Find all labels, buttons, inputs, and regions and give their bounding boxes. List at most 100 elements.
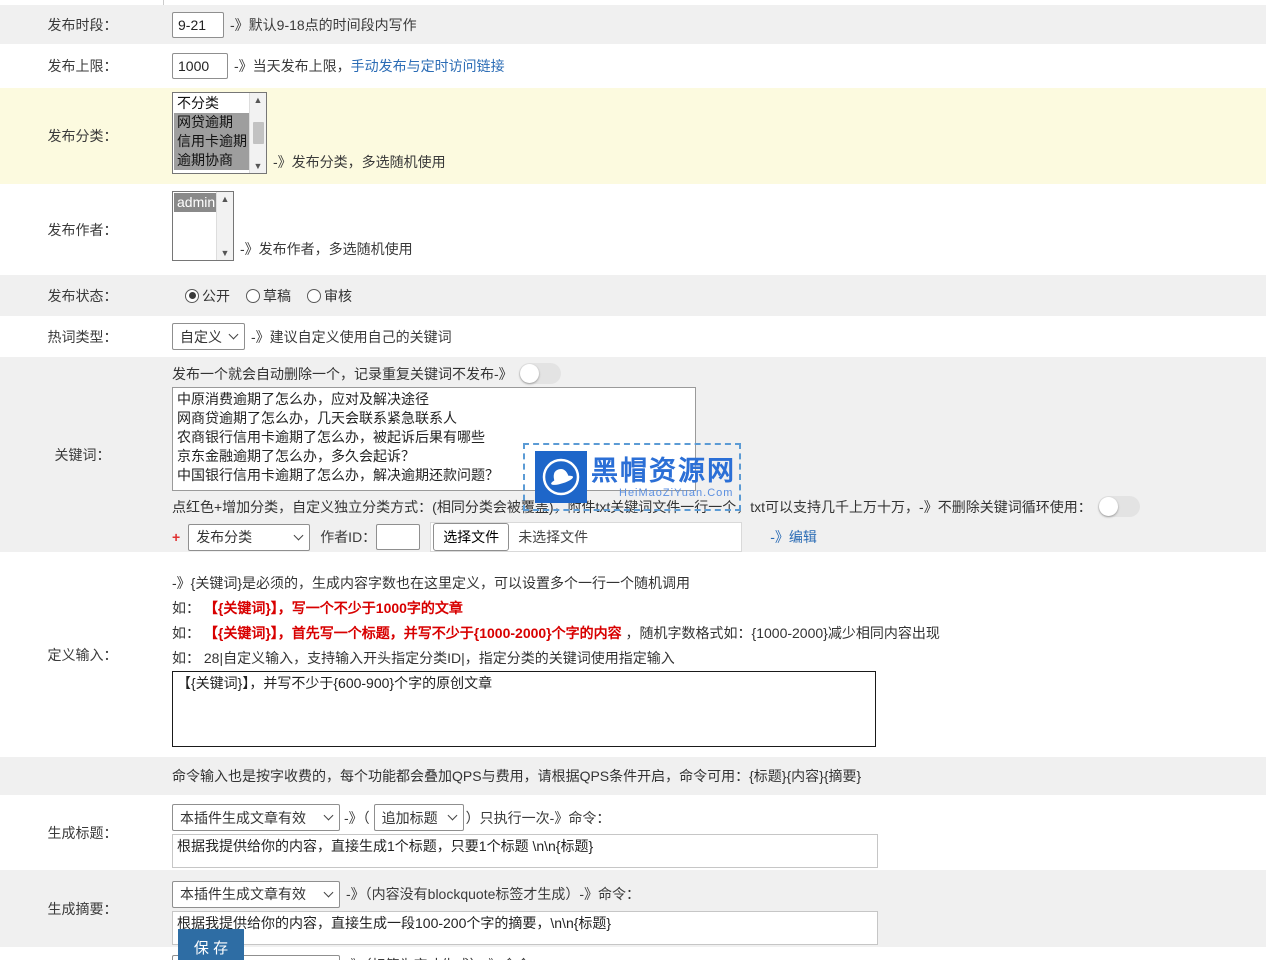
edit-link[interactable]: 编辑: [789, 527, 817, 547]
publish-period-label: 发布时段：: [0, 5, 165, 44]
publish-limit-input[interactable]: [172, 53, 228, 79]
define-input-textarea[interactable]: 【{关键词}】，并写不少于{600-900}个字的原创文章: [172, 671, 876, 747]
choose-file-button[interactable]: 选择文件: [433, 523, 509, 551]
save-button[interactable]: 保 存: [178, 929, 244, 960]
plugin-settings-page: 发布时段： -》默认9-18点的时间段内写作 发布上限： -》当天发布上限， 手…: [0, 0, 1266, 960]
chevron-down-icon: [324, 811, 334, 821]
listbox-scrollbar[interactable]: ▲ ▼: [216, 192, 233, 260]
define-input-example1: 如： 【{关键词}】，写一个不少于1000字的文章: [172, 598, 463, 618]
chevron-down-icon: [324, 887, 334, 897]
gen-title-mode-value: 追加标题: [382, 808, 438, 828]
status-radio-label: 草稿: [263, 286, 291, 306]
row-gen-title: 生成标题： 本插件生成文章有效 -》（ 追加标题 ）只执行一次-》命令： 根据我…: [0, 795, 1266, 870]
radio-icon: [307, 289, 321, 303]
example-prefix: 如：: [172, 625, 200, 641]
row-hotword-type: 热词类型： 自定义 -》建议自定义使用自己的关键词: [0, 316, 1266, 357]
publish-period-desc: -》默认9-18点的时间段内写作: [230, 15, 417, 35]
author-id-input[interactable]: [376, 524, 420, 550]
row-publish-category: 发布分类： 不分类 网贷逾期 信用卡逾期 逾期协商 ▲ ▼ -》发布分类，多选随…: [0, 88, 1266, 184]
gen-title-label: 生成标题：: [0, 795, 165, 870]
category-option[interactable]: 网贷逾期: [174, 113, 249, 132]
row-command-note: 命令输入也是按字收费的，每个功能都会叠加QPS与费用，请根据QPS条件开启，命令…: [0, 757, 1266, 795]
radio-selected-icon: [185, 289, 199, 303]
add-category-button[interactable]: +: [172, 529, 180, 545]
file-upload-box: 选择文件 未选择文件: [430, 522, 742, 552]
category-option[interactable]: 信用卡逾期: [174, 132, 249, 151]
listbox-scrollbar[interactable]: ▲ ▼: [249, 93, 266, 173]
gen-title-mode-select[interactable]: 追加标题: [374, 804, 464, 831]
hotword-type-label: 热词类型：: [0, 316, 165, 357]
publish-limit-label: 发布上限：: [0, 44, 165, 88]
gen-title-after: ）只执行一次-》命令：: [466, 808, 611, 828]
scrollbar-thumb[interactable]: [253, 122, 264, 144]
status-radio-label: 审核: [324, 286, 352, 306]
example-prefix: 如：: [172, 600, 200, 616]
radio-icon: [246, 289, 260, 303]
file-status-text: 未选择文件: [518, 527, 588, 547]
keyword-category-select[interactable]: 发布分类: [188, 524, 310, 551]
gen-excerpt-mid: -》（内容没有blockquote标签才生成）-》命令：: [346, 884, 640, 904]
hotword-type-select[interactable]: 自定义: [172, 323, 245, 350]
keywords-toggle1-text: 发布一个就会自动删除一个，记录重复关键词不发布-》: [172, 364, 513, 384]
publish-author-desc: -》发布作者，多选随机使用: [240, 239, 413, 259]
status-radio-public[interactable]: 公开: [185, 286, 230, 306]
gen-excerpt-scope-select[interactable]: 本插件生成文章有效: [172, 881, 340, 908]
status-radio-label: 公开: [202, 286, 230, 306]
row-keywords: 关键词： 发布一个就会自动删除一个，记录重复关键词不发布-》 中原消费逾期了怎么…: [0, 357, 1266, 552]
define-input-example2: 如： 【{关键词}】，首先写一个标题，并写不少于{1000-2000}个字的内容…: [172, 623, 940, 643]
keyword-category-value: 发布分类: [196, 527, 252, 547]
status-radio-review[interactable]: 审核: [307, 286, 352, 306]
scroll-down-icon[interactable]: ▼: [254, 161, 263, 171]
publish-category-label: 发布分类：: [0, 88, 165, 184]
example2-red: 【{关键词}】，首先写一个标题，并写不少于{1000-2000}个字的内容: [204, 625, 622, 641]
author-id-label: 作者ID：: [320, 527, 376, 547]
category-option[interactable]: 逾期协商: [174, 151, 249, 170]
example-prefix: 如：: [172, 650, 200, 666]
keywords-hint: 点红色+增加分类，自定义独立分类方式：(相同分类会被覆盖)，附件txt关键词文件…: [172, 497, 1092, 517]
gen-tags-empty-label: [0, 947, 165, 960]
gen-title-scope-select[interactable]: 本插件生成文章有效: [172, 804, 340, 831]
gen-tags-mid: -》（标签为空才生成）-》命令：: [346, 955, 544, 960]
row-publish-author: 发布作者： admin ▲ ▼ -》发布作者，多选随机使用: [0, 184, 1266, 275]
scroll-up-icon[interactable]: ▲: [221, 194, 230, 204]
define-input-label: 定义输入：: [0, 552, 165, 757]
command-note-empty-label: [0, 757, 165, 795]
gen-title-scope-value: 本插件生成文章有效: [180, 808, 306, 828]
scroll-up-icon[interactable]: ▲: [254, 95, 263, 105]
publish-period-input[interactable]: [172, 12, 224, 38]
row-publish-period: 发布时段： -》默认9-18点的时间段内写作: [0, 5, 1266, 44]
delete-after-publish-toggle[interactable]: [519, 363, 561, 384]
gen-title-command-textarea[interactable]: 根据我提供给你的内容，直接生成1个标题，只要1个标题 \n\n{标题}: [172, 834, 878, 868]
publish-author-label: 发布作者：: [0, 184, 165, 275]
edit-arrow: -》: [770, 527, 789, 547]
keep-keywords-toggle[interactable]: [1098, 496, 1140, 517]
gen-title-arrow: -》（: [344, 808, 370, 828]
define-input-line1: -》{关键词}是必须的，生成内容字数也在这里定义，可以设置多个一行一个随机调用: [172, 573, 690, 593]
top-strip: [0, 0, 1266, 5]
row-publish-status: 发布状态： 公开 草稿 审核: [0, 275, 1266, 316]
category-option[interactable]: 不分类: [174, 94, 249, 113]
command-note-text: 命令输入也是按字收费的，每个功能都会叠加QPS与费用，请根据QPS条件开启，命令…: [172, 766, 861, 786]
example1-red: 【{关键词}】，写一个不少于1000字的文章: [204, 600, 463, 616]
keywords-label: 关键词：: [0, 357, 165, 552]
publish-author-listbox[interactable]: admin ▲ ▼: [172, 191, 234, 261]
publish-category-listbox[interactable]: 不分类 网贷逾期 信用卡逾期 逾期协商 ▲ ▼: [172, 92, 267, 174]
gen-excerpt-command-textarea[interactable]: 根据我提供给你的内容，直接生成一段100-200个字的摘要，\n\n{标题}: [172, 911, 878, 945]
gen-excerpt-scope-value: 本插件生成文章有效: [180, 884, 306, 904]
manual-publish-link[interactable]: 手动发布与定时访问链接: [351, 56, 505, 76]
example2-rest: ，随机字数格式如：{1000-2000}减少相同内容出现: [626, 625, 940, 641]
author-option[interactable]: admin: [174, 193, 216, 212]
status-radio-draft[interactable]: 草稿: [246, 286, 291, 306]
publish-limit-desc: -》当天发布上限，: [234, 56, 351, 76]
publish-status-label: 发布状态：: [0, 275, 165, 316]
chevron-down-icon: [294, 530, 304, 540]
keywords-textarea[interactable]: 中原消费逾期了怎么办，应对及解决途径 网商贷逾期了怎么办，几天会联系紧急联系人 …: [172, 387, 696, 491]
define-input-example3: 如： 28|自定义输入，支持输入开头指定分类ID|，指定分类的关键词使用指定输入: [172, 648, 675, 668]
gen-excerpt-label: 生成摘要：: [0, 870, 165, 947]
publish-category-desc: -》发布分类，多选随机使用: [273, 152, 446, 172]
example3-text: 28|自定义输入，支持输入开头指定分类ID|，指定分类的关键词使用指定输入: [204, 650, 675, 666]
row-define-input: 定义输入： -》{关键词}是必须的，生成内容字数也在这里定义，可以设置多个一行一…: [0, 552, 1266, 757]
scroll-down-icon[interactable]: ▼: [221, 248, 230, 258]
row-publish-limit: 发布上限： -》当天发布上限， 手动发布与定时访问链接: [0, 44, 1266, 88]
hotword-type-value: 自定义: [180, 327, 222, 347]
